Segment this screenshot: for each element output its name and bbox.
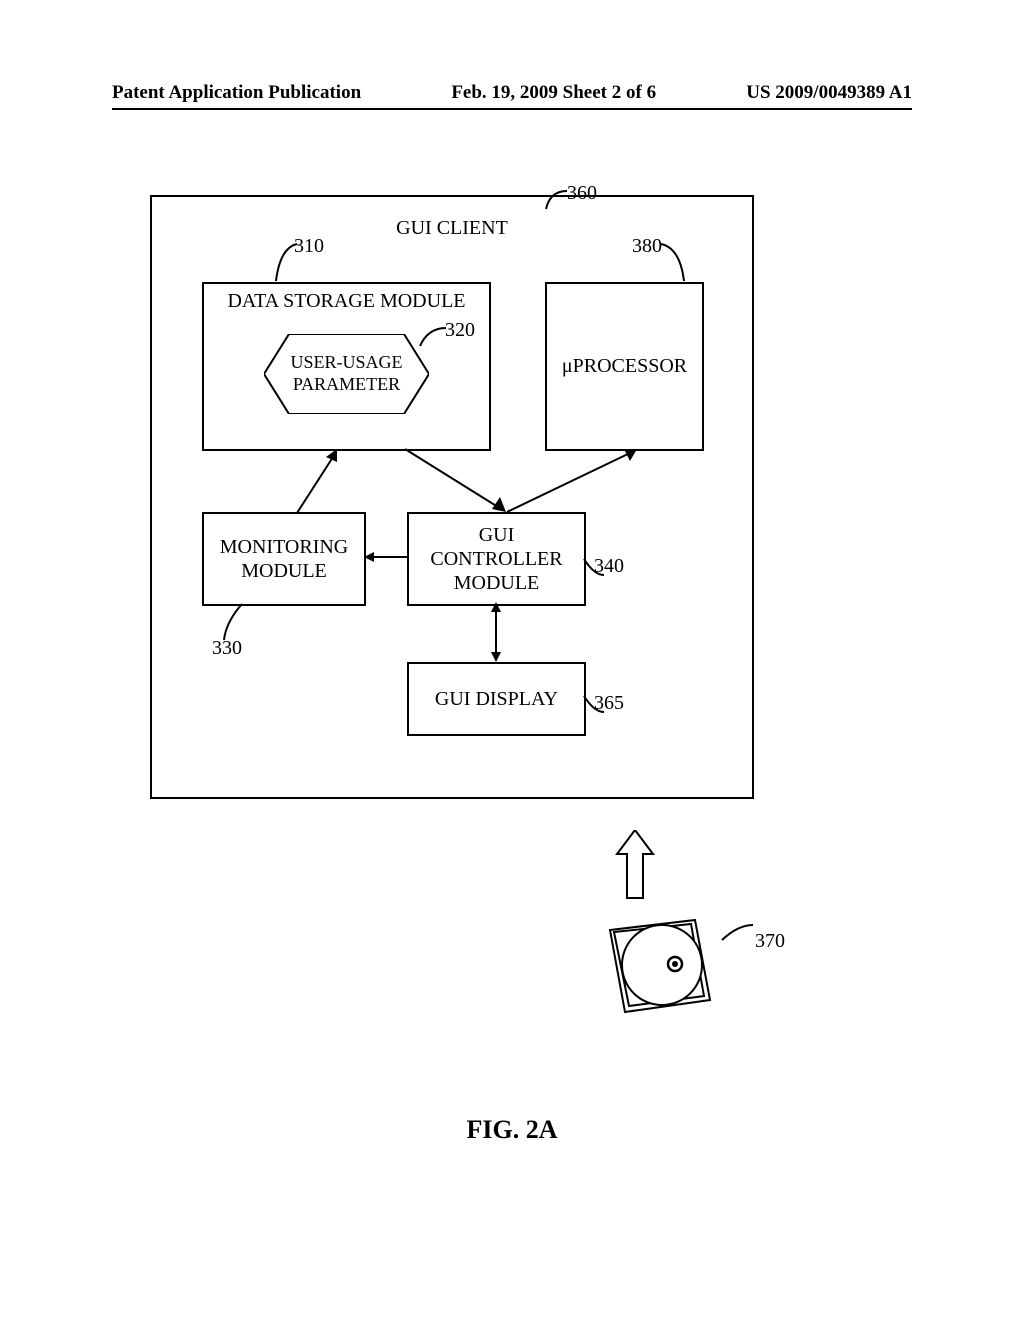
arrow-storage-controller — [400, 447, 510, 517]
leader-365 — [582, 694, 604, 716]
arrow-monitoring-storage — [297, 447, 357, 517]
monitoring-module-box: MONITORING MODULE — [202, 512, 366, 606]
arrow-controller-monitoring — [364, 552, 407, 562]
user-usage-parameter: USER-USAGE PARAMETER — [264, 334, 429, 414]
big-up-arrow-icon — [615, 830, 655, 900]
arrow-gui-controller-processor — [502, 447, 642, 517]
page-header: Patent Application Publication Feb. 19, … — [0, 82, 1024, 104]
cd-media-icon — [600, 910, 715, 1020]
figure-label: FIG. 2A — [0, 1115, 1024, 1145]
gui-display-box: GUI DISPLAY — [407, 662, 586, 736]
microprocessor-box: μPROCESSOR — [545, 282, 704, 451]
user-usage-text: USER-USAGE PARAMETER — [264, 352, 429, 395]
header-right: US 2009/0049389 A1 — [746, 82, 912, 104]
gui-client-box: GUI CLIENT DATA STORAGE MODULE USER-USAG… — [150, 195, 754, 799]
leader-330 — [218, 602, 248, 642]
gui-client-label: GUI CLIENT — [152, 217, 752, 240]
leader-320 — [418, 322, 448, 352]
arrow-controller-display — [489, 602, 504, 662]
data-storage-label: DATA STORAGE MODULE — [204, 290, 489, 313]
ref-320: 320 — [445, 319, 475, 342]
header-left: Patent Application Publication — [112, 82, 361, 104]
leader-360 — [542, 183, 572, 213]
leader-310 — [272, 238, 302, 283]
leader-380 — [658, 238, 688, 283]
header-center: Feb. 19, 2009 Sheet 2 of 6 — [451, 82, 656, 104]
leader-370 — [720, 920, 755, 945]
header-border — [112, 108, 912, 110]
ref-370: 370 — [755, 930, 785, 953]
gui-controller-module-box: GUI CONTROLLER MODULE — [407, 512, 586, 606]
data-storage-module: DATA STORAGE MODULE USER-USAGE PARAMETER — [202, 282, 491, 451]
leader-340 — [582, 557, 604, 579]
